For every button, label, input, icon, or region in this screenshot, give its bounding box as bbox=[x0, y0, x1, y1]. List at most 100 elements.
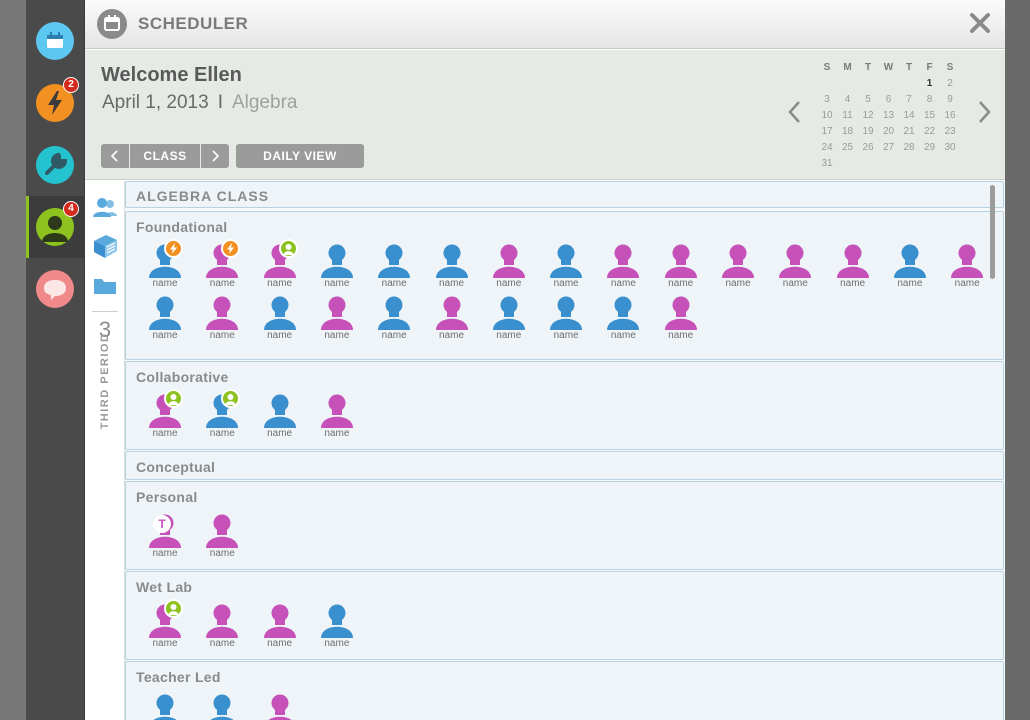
student-female[interactable]: name bbox=[423, 294, 481, 344]
calendar-day[interactable]: 19 bbox=[859, 126, 877, 137]
student-female[interactable]: name bbox=[251, 692, 309, 720]
calendar-day[interactable]: 30 bbox=[941, 142, 959, 153]
rail-chat-button[interactable] bbox=[26, 258, 85, 320]
student-female[interactable]: name bbox=[766, 242, 824, 292]
student-male[interactable]: name bbox=[423, 242, 481, 292]
calendar-day[interactable]: 28 bbox=[900, 142, 918, 153]
student-female[interactable]: name bbox=[308, 392, 366, 442]
lightning-badge-icon bbox=[164, 239, 183, 258]
class-next-button[interactable] bbox=[201, 144, 229, 168]
calendar-day[interactable]: 7 bbox=[900, 94, 918, 105]
class-button[interactable]: CLASS bbox=[130, 144, 200, 168]
calendar-day[interactable]: 29 bbox=[921, 142, 939, 153]
calendar-day[interactable]: 16 bbox=[941, 110, 959, 121]
student-male[interactable]: name bbox=[365, 242, 423, 292]
chevron-right-icon bbox=[979, 101, 991, 123]
student-male[interactable]: name bbox=[136, 239, 194, 292]
student-female[interactable]: name bbox=[824, 242, 882, 292]
group-panel-conceptual: Conceptual bbox=[125, 451, 1004, 480]
student-female[interactable]: name bbox=[136, 389, 194, 442]
calendar-day[interactable]: 17 bbox=[818, 126, 836, 137]
student-name: name bbox=[725, 278, 751, 289]
group-title: Personal bbox=[136, 489, 198, 505]
calendar-day[interactable]: 24 bbox=[818, 142, 836, 153]
calendar-day[interactable]: 18 bbox=[839, 126, 857, 137]
student-male[interactable]: name bbox=[136, 294, 194, 344]
calendar-day[interactable]: 23 bbox=[941, 126, 959, 137]
book-icon bbox=[94, 235, 117, 258]
date-separator: I bbox=[217, 92, 223, 113]
rail-lightning-button[interactable]: 2 bbox=[26, 72, 85, 134]
group-title: Wet Lab bbox=[136, 579, 193, 595]
calendar-day[interactable]: 26 bbox=[859, 142, 877, 153]
daily-view-button[interactable]: DAILY VIEW bbox=[236, 144, 364, 168]
calendar-day[interactable]: 2 bbox=[941, 78, 959, 89]
student-female[interactable]: name bbox=[193, 602, 251, 652]
student-female[interactable]: name bbox=[193, 294, 251, 344]
calendar-day[interactable]: 27 bbox=[880, 142, 898, 153]
calendar-day[interactable]: 13 bbox=[880, 110, 898, 121]
student-name: name bbox=[152, 548, 178, 559]
calendar-next-button[interactable] bbox=[974, 98, 994, 126]
group-tab[interactable] bbox=[91, 195, 119, 221]
book-tab[interactable] bbox=[91, 233, 119, 259]
calendar-day[interactable]: 21 bbox=[900, 126, 918, 137]
folder-tab[interactable] bbox=[91, 273, 119, 299]
student-male[interactable]: name bbox=[136, 692, 194, 720]
student-male[interactable]: name bbox=[537, 242, 595, 292]
student-female[interactable]: name bbox=[652, 294, 710, 344]
class-prev-button[interactable] bbox=[101, 144, 129, 168]
student-name: name bbox=[152, 428, 178, 439]
student-female[interactable]: name bbox=[193, 239, 251, 292]
student-female[interactable]: name bbox=[480, 242, 538, 292]
calendar-day[interactable]: 8 bbox=[921, 94, 939, 105]
student-male[interactable]: name bbox=[480, 294, 538, 344]
student-male[interactable]: name bbox=[251, 392, 309, 442]
student-male[interactable]: name bbox=[193, 692, 251, 720]
calendar-day[interactable]: 14 bbox=[900, 110, 918, 121]
student-male[interactable]: name bbox=[881, 242, 939, 292]
student-name: name bbox=[381, 278, 407, 289]
rail-calendar-button[interactable] bbox=[26, 10, 85, 72]
calendar-day[interactable]: 9 bbox=[941, 94, 959, 105]
student-female[interactable]: name bbox=[136, 599, 194, 652]
calendar-day[interactable]: 20 bbox=[880, 126, 898, 137]
student-male[interactable]: name bbox=[308, 602, 366, 652]
calendar-day[interactable]: 10 bbox=[818, 110, 836, 121]
calendar-day[interactable]: 12 bbox=[859, 110, 877, 121]
group-title: Conceptual bbox=[136, 459, 216, 475]
student-female[interactable]: name bbox=[709, 242, 767, 292]
calendar-prev-button[interactable] bbox=[785, 98, 805, 126]
calendar-day[interactable]: 5 bbox=[859, 94, 877, 105]
rail-wrench-button[interactable] bbox=[26, 134, 85, 196]
calendar-day[interactable]: 4 bbox=[839, 94, 857, 105]
student-male[interactable]: name bbox=[365, 294, 423, 344]
scrollbar-thumb[interactable] bbox=[990, 185, 995, 279]
student-female[interactable]: name bbox=[193, 512, 251, 562]
close-button[interactable] bbox=[967, 10, 993, 36]
student-female[interactable]: name bbox=[251, 239, 309, 292]
calendar-day[interactable]: 25 bbox=[839, 142, 857, 153]
calendar-day[interactable]: 11 bbox=[839, 110, 857, 121]
calendar-day[interactable]: 3 bbox=[818, 94, 836, 105]
student-female[interactable]: name bbox=[652, 242, 710, 292]
student-male[interactable]: name bbox=[251, 294, 309, 344]
student-female[interactable]: name bbox=[308, 294, 366, 344]
rail-person-button[interactable]: 4 bbox=[26, 196, 85, 258]
group-icon bbox=[93, 198, 117, 217]
student-female[interactable]: name T bbox=[136, 512, 194, 562]
student-female[interactable]: name bbox=[594, 242, 652, 292]
calendar-day[interactable]: 22 bbox=[921, 126, 939, 137]
calendar-day[interactable]: 6 bbox=[880, 94, 898, 105]
student-male[interactable]: name bbox=[308, 242, 366, 292]
student-female[interactable]: name bbox=[251, 602, 309, 652]
student-name: name bbox=[610, 330, 636, 341]
notification-badge: 2 bbox=[63, 77, 79, 93]
student-male[interactable]: name bbox=[594, 294, 652, 344]
student-female[interactable]: name bbox=[938, 242, 996, 292]
student-male[interactable]: name bbox=[193, 389, 251, 442]
calendar-day[interactable]: 31 bbox=[818, 158, 836, 169]
calendar-day[interactable]: 15 bbox=[921, 110, 939, 121]
calendar-day[interactable]: 1 bbox=[921, 78, 939, 89]
student-male[interactable]: name bbox=[537, 294, 595, 344]
